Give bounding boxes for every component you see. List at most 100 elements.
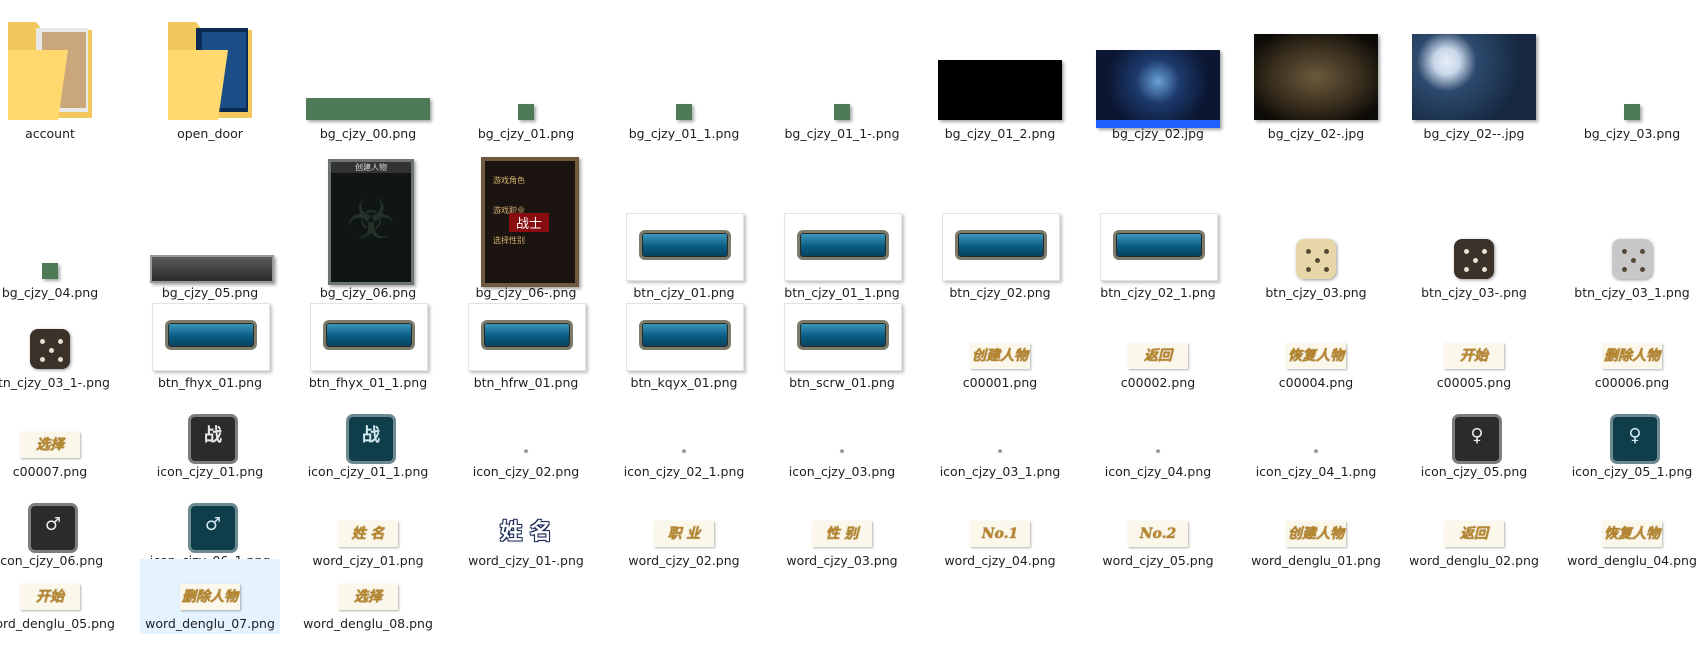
file-item[interactable]: icon_cjzy_03_1.png	[930, 381, 1070, 482]
button-graphic	[1113, 230, 1205, 260]
word-image: 返回	[1128, 343, 1188, 369]
dice-pip	[1622, 267, 1627, 272]
dice-pip	[40, 339, 45, 344]
dot-icon: *	[997, 448, 1003, 459]
word-image: 删除人物	[1602, 343, 1662, 369]
file-name-label: word_denglu_04.png	[1567, 553, 1696, 568]
dice-pip	[40, 357, 45, 362]
word-image: 选择	[338, 584, 398, 610]
word-image: 性 别	[812, 521, 872, 547]
button-graphic	[797, 320, 889, 350]
dice-pip	[1324, 249, 1329, 254]
dot-icon: *	[1155, 448, 1161, 459]
word-image: 删除人物	[180, 584, 240, 610]
button-graphic	[955, 230, 1047, 260]
dot-icon: *	[1313, 448, 1319, 459]
dice-pip	[58, 357, 63, 362]
dot-icon: *	[681, 448, 687, 459]
word-image: 恢复人物	[1602, 521, 1662, 547]
file-item[interactable]: bg_cjzy_01_1.png	[614, 2, 754, 144]
dice-pip	[1464, 249, 1469, 254]
file-item[interactable]: c00002.png	[1088, 291, 1228, 393]
button-image	[1100, 213, 1218, 281]
panel-menu-line: 游戏角色	[493, 176, 525, 185]
button-image	[626, 303, 744, 371]
dice-icon	[1296, 239, 1336, 279]
green-square-image	[1624, 104, 1640, 120]
button-graphic	[323, 320, 415, 350]
word-image: 恢复人物	[1286, 343, 1346, 369]
button-image	[152, 303, 270, 371]
panel-header: 创建人物	[331, 162, 411, 173]
file-item[interactable]: icon_cjzy_04.png	[1088, 381, 1228, 482]
word-image: 选择	[20, 432, 80, 458]
class-icon: 战	[188, 414, 238, 464]
biohazard-panel-image: 创建人物 ☣	[328, 159, 414, 285]
word-image: 返回	[1444, 521, 1504, 547]
dice-pip	[58, 339, 63, 344]
parchment-image	[1254, 34, 1378, 120]
word-image: 职 业	[654, 521, 714, 547]
green-square-image	[518, 104, 534, 120]
dice-pip	[1464, 267, 1469, 272]
folder-icon	[6, 12, 94, 120]
button-graphic	[165, 320, 257, 350]
class-icon: 战	[346, 414, 396, 464]
dice-pip	[1324, 267, 1329, 272]
button-graphic	[639, 320, 731, 350]
green-square-image	[42, 263, 58, 279]
dice-pip	[1306, 249, 1311, 254]
button-graphic	[481, 320, 573, 350]
file-item[interactable]: icon_cjzy_02_1.png	[614, 381, 754, 482]
button-graphic	[797, 230, 889, 260]
button-image	[310, 303, 428, 371]
word-image: 开始	[1444, 343, 1504, 369]
dice-pip	[1482, 249, 1487, 254]
class-icon: ♀	[1610, 414, 1660, 464]
dice-pip	[1473, 258, 1478, 263]
class-icon: ♂	[28, 503, 78, 553]
word-image: No.1	[970, 521, 1030, 547]
moon-night-image	[1412, 34, 1536, 120]
file-item[interactable]: bg_cjzy_03.png	[1562, 2, 1696, 144]
dice-icon	[30, 329, 70, 369]
folder-icon	[166, 12, 254, 120]
file-item[interactable]: icon_cjzy_03.png	[772, 381, 912, 482]
word-image: 开始	[20, 584, 80, 610]
dice-pip	[1482, 267, 1487, 272]
button-image	[626, 213, 744, 281]
space-image	[1096, 50, 1220, 128]
button-image	[942, 213, 1060, 281]
button-image	[784, 303, 902, 371]
panel-menu-line: 选择性别	[493, 236, 525, 245]
panel-center-text: 战士	[509, 213, 549, 232]
file-item[interactable]: bg_cjzy_04.png	[0, 132, 120, 303]
word-image: 创建人物	[970, 343, 1030, 369]
file-item[interactable]: c00006.png	[1562, 291, 1696, 393]
file-item[interactable]: bg_cjzy_00.png	[298, 2, 438, 144]
word-image: 创建人物	[1286, 521, 1346, 547]
file-item[interactable]: bg_cjzy_01.png	[456, 2, 596, 144]
class-icon: ♂	[188, 503, 238, 553]
dice-pip	[49, 348, 54, 353]
file-name-label: word_denglu_08.png	[303, 616, 433, 631]
file-item[interactable]: c00005.png	[1404, 291, 1544, 393]
word-image: 姓 名	[338, 521, 398, 547]
file-item[interactable]: c00001.png	[930, 291, 1070, 393]
class-icon: ♀	[1452, 414, 1502, 464]
black-image	[938, 60, 1062, 120]
file-item[interactable]: icon_cjzy_02.png	[456, 381, 596, 482]
button-image	[784, 213, 902, 281]
menu-panel-image: 游戏角色 游戏职业 选择性别 战士	[481, 157, 579, 287]
file-item[interactable]: icon_cjzy_04_1.png	[1246, 381, 1386, 482]
dice-icon	[1612, 239, 1652, 279]
dot-icon: *	[523, 448, 529, 459]
dot-icon: *	[839, 448, 845, 459]
green-square-image	[676, 104, 692, 120]
file-item[interactable]: bg_cjzy_01_1-.png	[772, 2, 912, 144]
dice-pip	[1315, 258, 1320, 263]
file-item[interactable]: c00004.png	[1246, 291, 1386, 393]
green-square-image	[834, 104, 850, 120]
stone-bar-image	[150, 255, 274, 283]
word-image: 姓 名	[500, 520, 552, 545]
